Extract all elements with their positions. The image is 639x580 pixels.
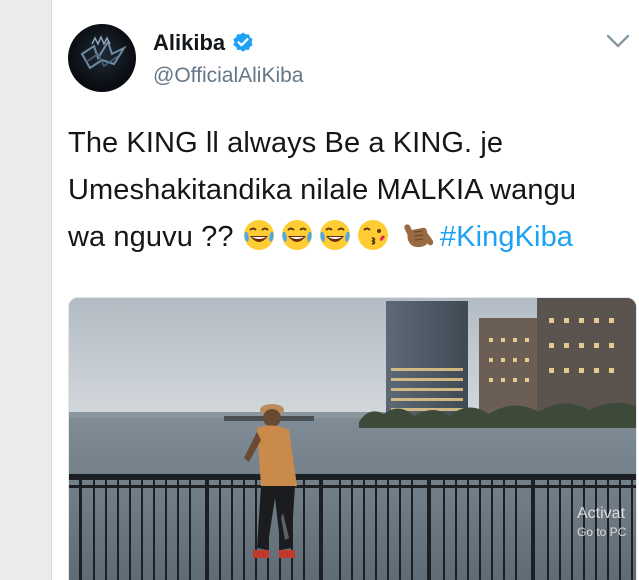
screen: Alikiba @OfficialAliKiba The KING ll alw… xyxy=(0,0,639,580)
kissing-face-emoji-icon xyxy=(357,220,388,250)
activate-line-2: Go to PC xyxy=(577,525,627,539)
tears-of-joy-emoji-icon xyxy=(281,220,312,250)
user-handle[interactable]: @OfficialAliKiba xyxy=(153,63,304,89)
hashtag-link[interactable]: #KingKiba xyxy=(440,221,573,253)
avatar-logo-icon xyxy=(80,35,127,70)
call-me-hand-emoji-icon xyxy=(404,224,434,248)
tweet-text-line: The KING ll always Be a KING. je xyxy=(68,127,504,159)
user-name-row[interactable]: Alikiba xyxy=(153,30,255,56)
photo-scene xyxy=(69,298,636,580)
avatar[interactable] xyxy=(68,24,136,92)
activate-windows-watermark: Activat Go to PC xyxy=(577,505,626,541)
tweet-text-line: Umeshakitandika nilale MALKIA wangu xyxy=(68,174,577,206)
chevron-down-icon[interactable] xyxy=(605,32,631,50)
tweet-text: The KING ll always Be a KING. je Umeshak… xyxy=(68,120,628,261)
verified-badge-icon xyxy=(233,32,253,52)
tweet-card[interactable]: Alikiba @OfficialAliKiba The KING ll alw… xyxy=(52,0,639,580)
tweet-photo[interactable] xyxy=(68,297,637,580)
tears-of-joy-emoji-icon xyxy=(319,220,350,250)
activate-line-1: Activat xyxy=(577,505,626,522)
left-gutter xyxy=(0,0,52,580)
user-name[interactable]: Alikiba xyxy=(153,30,225,56)
tweet-text-line-last: wa nguvu ?? #KingKiba xyxy=(68,214,628,261)
tears-of-joy-emoji-icon xyxy=(243,220,274,250)
tweet-text-line: wa nguvu ?? xyxy=(68,221,234,253)
